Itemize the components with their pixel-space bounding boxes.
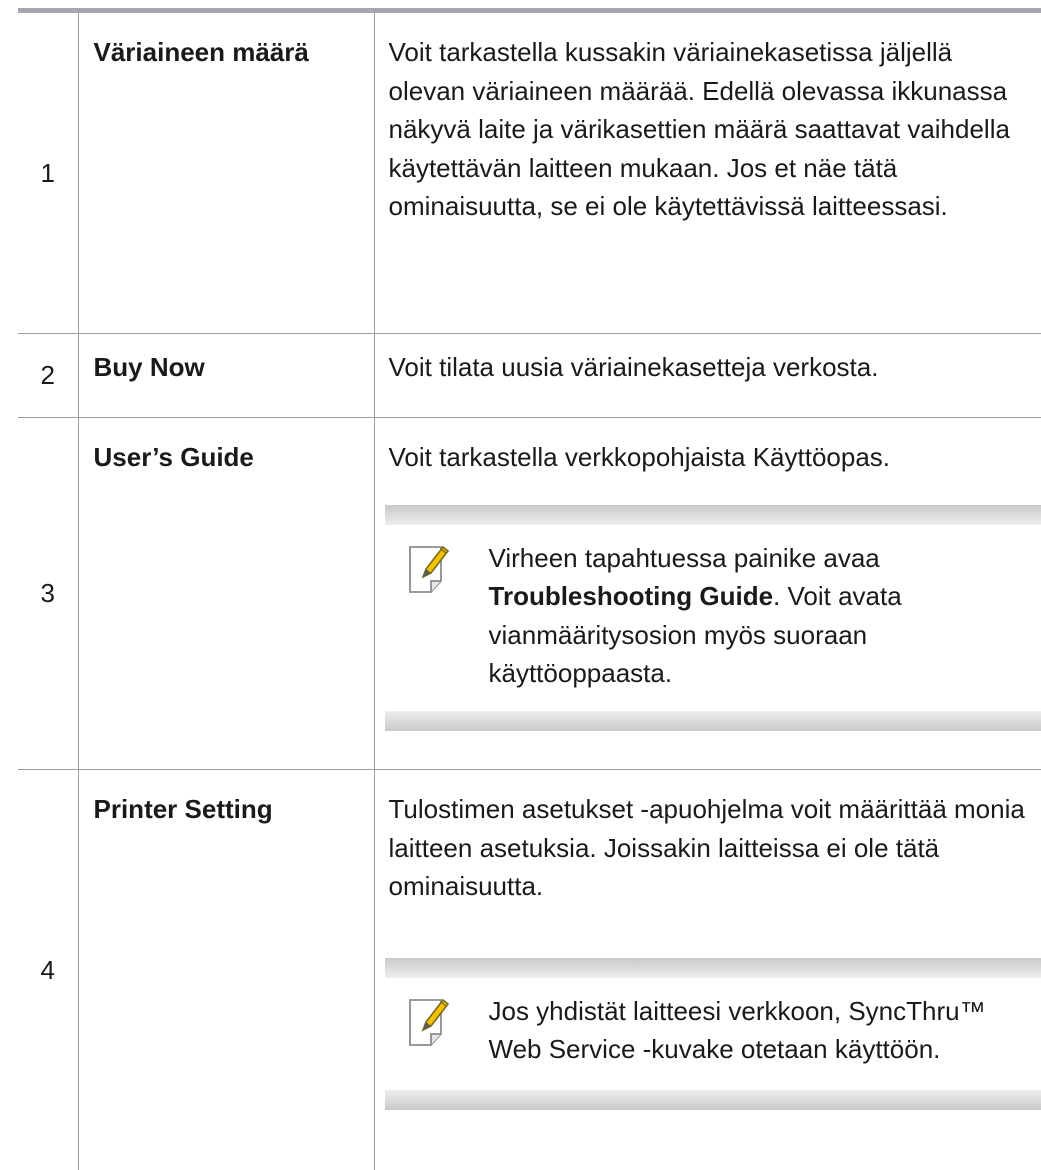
note-box: Jos yhdistät laitteesi verkkoon, SyncThr… [385, 958, 1041, 1110]
row-number: 4 [18, 770, 78, 1170]
note-text: Jos yhdistät laitteesi verkkoon, SyncThr… [489, 992, 1022, 1069]
note-text-bold: Troubleshooting Guide [489, 581, 774, 611]
row-description: Voit tarkastella verkkopohjaista Käyttöo… [389, 438, 1032, 477]
note-band-bottom [385, 711, 1041, 731]
note-box: Virheen tapahtuessa painike avaa Trouble… [385, 505, 1041, 731]
row-label: User’s Guide [78, 418, 374, 770]
table-row: 4 Printer Setting Tulostimen asetukset -… [18, 770, 1041, 1170]
table-row: 2 Buy Now Voit tilata uusia väriainekase… [18, 334, 1041, 418]
table-row: 1 Väriaineen määrä Voit tarkastella kuss… [18, 13, 1041, 334]
note-band-top [385, 505, 1041, 525]
row-description: Voit tarkastella kussakin väriainekaseti… [374, 13, 1041, 334]
row-label: Buy Now [78, 334, 374, 418]
note-pencil-icon [407, 541, 453, 595]
note-pencil-icon [407, 994, 453, 1048]
note-text-before: Virheen tapahtuessa painike avaa [489, 543, 880, 573]
row-label: Printer Setting [78, 770, 374, 1170]
row-number: 1 [18, 13, 78, 334]
row-number: 2 [18, 334, 78, 418]
table-row: 3 User’s Guide Voit tarkastella verkkopo… [18, 418, 1041, 770]
feature-table: 1 Väriaineen määrä Voit tarkastella kuss… [18, 13, 1041, 1170]
row-label: Väriaineen määrä [78, 13, 374, 334]
row-description: Tulostimen asetukset -apuohjelma voit mä… [389, 790, 1032, 906]
row-number: 3 [18, 418, 78, 770]
row-description: Voit tilata uusia väriainekasetteja verk… [374, 334, 1041, 418]
note-band-top [385, 958, 1041, 978]
